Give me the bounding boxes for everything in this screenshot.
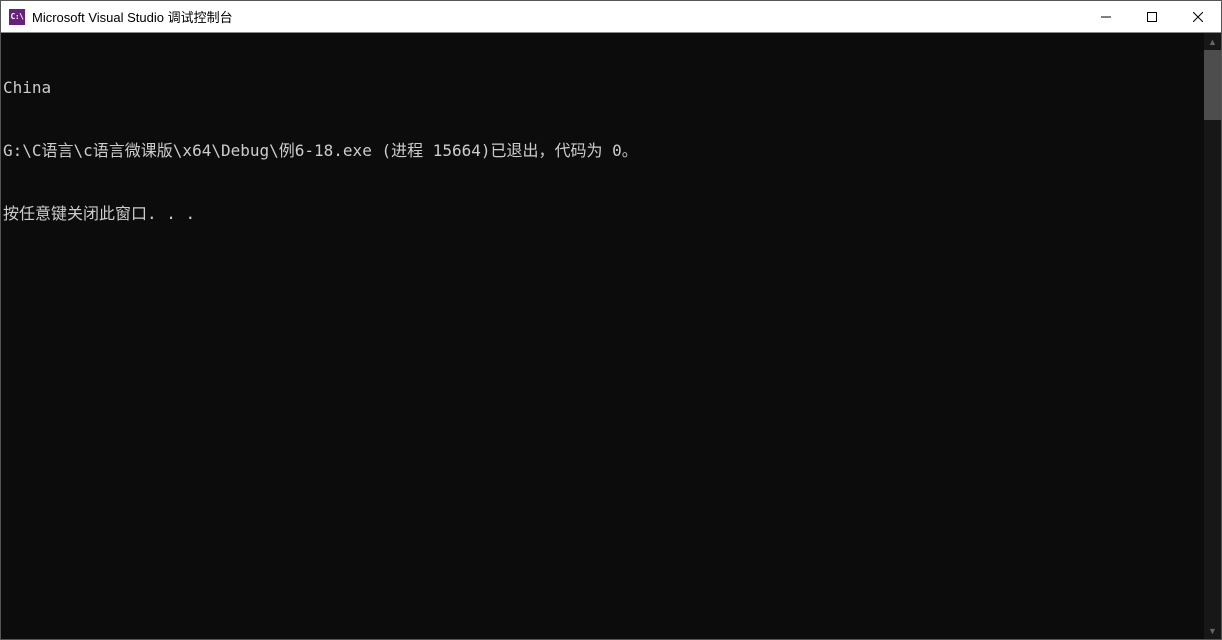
scroll-thumb[interactable]	[1204, 50, 1221, 120]
console-area: China G:\C语言\c语言微课版\x64\Debug\例6-18.exe …	[1, 33, 1221, 639]
window-controls	[1083, 1, 1221, 32]
app-icon: C:\	[9, 9, 25, 25]
maximize-icon	[1147, 12, 1157, 22]
console-line: China	[3, 77, 1204, 98]
scroll-down-arrow-icon[interactable]: ▼	[1204, 622, 1221, 639]
close-button[interactable]	[1175, 1, 1221, 32]
vertical-scrollbar[interactable]: ▲ ▼	[1204, 33, 1221, 639]
console-line: 按任意键关闭此窗口. . .	[3, 203, 1204, 224]
console-line: G:\C语言\c语言微课版\x64\Debug\例6-18.exe (进程 15…	[3, 140, 1204, 161]
maximize-button[interactable]	[1129, 1, 1175, 32]
console-window: C:\ Microsoft Visual Studio 调试控制台 China …	[0, 0, 1222, 640]
window-title: Microsoft Visual Studio 调试控制台	[32, 7, 1083, 26]
titlebar[interactable]: C:\ Microsoft Visual Studio 调试控制台	[1, 1, 1221, 33]
minimize-button[interactable]	[1083, 1, 1129, 32]
console-output[interactable]: China G:\C语言\c语言微课版\x64\Debug\例6-18.exe …	[1, 33, 1204, 639]
close-icon	[1193, 12, 1203, 22]
minimize-icon	[1101, 12, 1111, 22]
scroll-up-arrow-icon[interactable]: ▲	[1204, 33, 1221, 50]
